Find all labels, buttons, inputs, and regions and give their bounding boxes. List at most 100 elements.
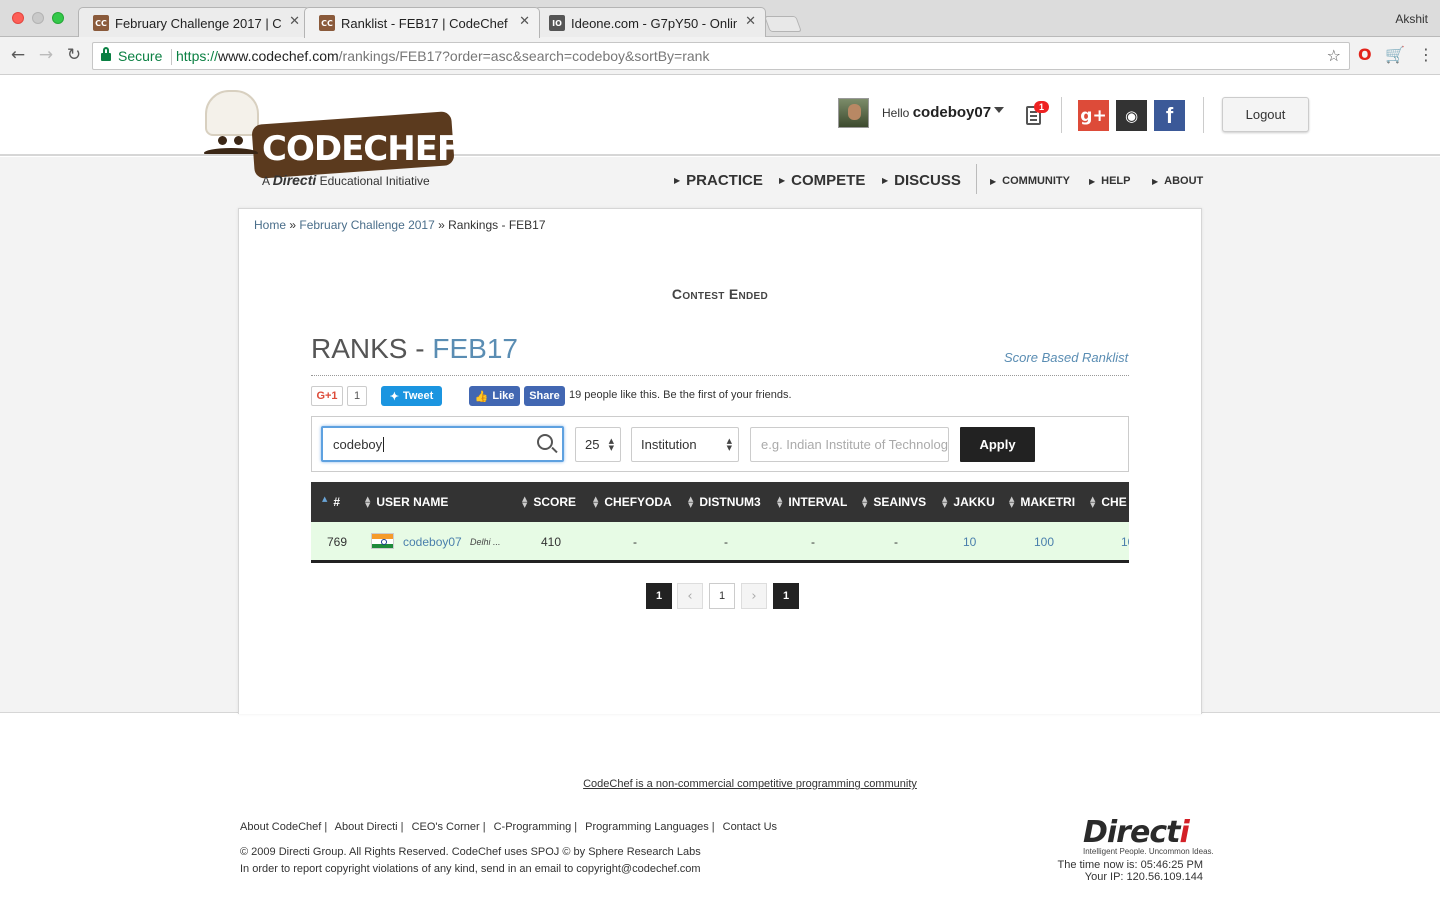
tab-title: Ranklist - FEB17 | CodeChef xyxy=(341,15,508,31)
window-zoom-button[interactable] xyxy=(52,12,64,24)
footer-links: About CodeChef | About Directi | CEO's Cor… xyxy=(240,821,778,833)
cell-che[interactable]: 10 xyxy=(1121,535,1129,549)
cell-chefyoda: - xyxy=(633,535,637,549)
sort-icon: ▲ ▼ xyxy=(365,495,371,509)
tab-close-icon[interactable]: ✕ xyxy=(745,14,756,29)
cell-interval: - xyxy=(811,535,815,549)
column-header-rank[interactable]: ▲ # xyxy=(322,495,340,509)
breadcrumb-current: Rankings - FEB17 xyxy=(448,218,546,232)
notification-badge: 1 xyxy=(1034,101,1049,113)
cell-city: Delhi ... xyxy=(470,537,501,547)
ranklist-table: ▲ # ▲ ▼ USER NAME ▲ ▼ SCORE ▲ ▼ CHEFYODA ▲ ▼ DIS… xyxy=(311,482,1129,563)
browser-tab-february-challenge[interactable]: CC February Challenge 2017 | Co ✕ xyxy=(78,7,310,37)
column-header-maketri[interactable]: ▲ ▼ MAKETRI xyxy=(1009,495,1075,509)
breadcrumb-home[interactable]: Home xyxy=(254,218,286,232)
footer-link-contact-us[interactable]: Contact Us xyxy=(723,821,777,833)
tab-close-icon[interactable]: ✕ xyxy=(519,14,530,29)
pagination-next-icon[interactable]: › xyxy=(741,583,767,609)
browser-profile-name[interactable]: Akshit xyxy=(1395,12,1428,26)
forward-arrow-icon[interactable]: → xyxy=(36,45,56,65)
nav-compete[interactable]: ▶ COMPETE xyxy=(779,172,865,189)
pagination-total: 1 xyxy=(646,583,672,609)
page-size-select[interactable]: 25 ▲ ▼ xyxy=(575,427,621,462)
user-avatar[interactable] xyxy=(838,98,869,128)
bookmark-star-icon[interactable]: ☆ xyxy=(1327,46,1341,65)
reload-icon[interactable]: ↻ xyxy=(64,45,84,65)
india-flag-icon xyxy=(371,533,394,549)
footer-link-about-codechef[interactable]: About CodeChef xyxy=(240,821,321,833)
page-title: RANKS - FEB17 xyxy=(311,333,518,364)
search-icon[interactable] xyxy=(537,434,553,450)
google-plus-one-button[interactable]: G+1 xyxy=(311,386,343,406)
tab-title: Ideone.com - G7pY50 - Online xyxy=(571,15,737,31)
cart-extension-icon[interactable]: 🛒 xyxy=(1385,45,1405,64)
cell-distnum3: - xyxy=(724,535,728,549)
cell-rank: 769 xyxy=(327,535,348,549)
logout-button[interactable]: Logout xyxy=(1222,97,1309,132)
footer-link-c-programming[interactable]: C-Programming xyxy=(494,821,572,833)
column-header-chefyoda[interactable]: ▲ ▼ CHEFYODA xyxy=(593,495,672,509)
column-header-score[interactable]: ▲ ▼ SCORE xyxy=(522,495,576,509)
user-greeting[interactable]: Hello codeboy07 xyxy=(882,104,991,121)
new-tab-button[interactable] xyxy=(764,16,802,32)
chevron-down-icon[interactable] xyxy=(994,107,1004,113)
updown-arrows-icon: ▲ ▼ xyxy=(726,437,732,452)
column-header-distnum3[interactable]: ▲ ▼ DISTNUM3 xyxy=(688,495,761,509)
github-icon[interactable]: ◉ xyxy=(1116,100,1147,131)
breadcrumb-contest[interactable]: February Challenge 2017 xyxy=(299,218,434,232)
column-header-che[interactable]: ▲ ▼ CHE xyxy=(1090,495,1127,509)
nav-about[interactable]: ▶ ABOUT xyxy=(1152,175,1203,187)
column-header-interval[interactable]: ▲ ▼ INTERVAL xyxy=(777,495,847,509)
footer-link-programming-languages[interactable]: Programming Languages xyxy=(585,821,709,833)
score-based-ranklist-link[interactable]: Score Based Ranklist xyxy=(1004,350,1128,365)
footer-tagline[interactable]: CodeChef is a non-commercial competitive… xyxy=(0,778,1440,790)
nav-practice[interactable]: ▶ PRACTICE xyxy=(674,172,763,189)
filter-type-select[interactable]: Institution ▲ ▼ xyxy=(631,427,739,462)
browser-tab-ranklist[interactable]: CC Ranklist - FEB17 | CodeChef ✕ xyxy=(304,7,540,38)
institution-input[interactable]: e.g. Indian Institute of Technology xyxy=(750,427,949,462)
opera-extension-icon[interactable]: O xyxy=(1358,45,1372,64)
table-header: ▲ # ▲ ▼ USER NAME ▲ ▼ SCORE ▲ ▼ CHEFYODA ▲ ▼ DIS… xyxy=(311,482,1129,522)
breadcrumb: Home » February Challenge 2017 » Ranking… xyxy=(254,218,546,232)
window-minimize-button[interactable] xyxy=(32,12,44,24)
chef-face-icon xyxy=(200,130,262,170)
codechef-logo[interactable]: CODECHEF A Directi Educational Initiativ… xyxy=(198,88,460,192)
tab-close-icon[interactable]: ✕ xyxy=(289,14,300,29)
url-text[interactable]: https://www.codechef.com/rankings/FEB17?… xyxy=(176,48,709,64)
tweet-button[interactable]: ✦ Tweet xyxy=(381,386,442,406)
browser-tab-bar: CC February Challenge 2017 | Co ✕ CC Ran… xyxy=(0,0,1440,38)
codechef-favicon-icon: CC xyxy=(93,15,109,31)
nav-help[interactable]: ▶ HELP xyxy=(1089,175,1131,187)
lock-icon xyxy=(101,47,111,62)
google-plus-count: 1 xyxy=(347,386,367,406)
column-header-username[interactable]: ▲ ▼ USER NAME xyxy=(365,495,448,509)
pagination-prev-icon[interactable]: ‹ xyxy=(677,583,703,609)
directi-logo[interactable]: Directi xyxy=(1083,815,1190,850)
pagination-last[interactable]: 1 xyxy=(773,583,799,609)
back-arrow-icon[interactable]: ← xyxy=(8,45,28,65)
sort-asc-icon: ▲ xyxy=(322,495,328,503)
window-close-button[interactable] xyxy=(12,12,24,24)
address-bar[interactable]: Secure https://www.codechef.com/rankings… xyxy=(92,42,1350,70)
sort-icon: ▲ ▼ xyxy=(593,495,599,509)
google-plus-icon[interactable]: g+ xyxy=(1078,100,1109,131)
cell-username[interactable]: codeboy07 xyxy=(403,535,462,549)
apply-button[interactable]: Apply xyxy=(960,427,1035,462)
cell-jakku[interactable]: 10 xyxy=(963,535,976,549)
facebook-like-button[interactable]: 👍 Like xyxy=(469,386,520,406)
footer-link-ceo-corner[interactable]: CEO's Corner xyxy=(412,821,480,833)
cell-maketri[interactable]: 100 xyxy=(1034,535,1054,549)
facebook-icon[interactable]: f xyxy=(1154,100,1185,131)
column-header-jakku[interactable]: ▲ ▼ JAKKU xyxy=(942,495,995,509)
browser-tab-ideone[interactable]: IO Ideone.com - G7pY50 - Online ✕ xyxy=(534,7,766,37)
column-header-seainvs[interactable]: ▲ ▼ SEAINVS xyxy=(862,495,926,509)
search-input[interactable]: codeboy xyxy=(321,426,564,462)
username: codeboy07 xyxy=(912,104,992,121)
nav-discuss[interactable]: ▶ DISCUSS xyxy=(882,172,961,189)
facebook-share-button[interactable]: Share xyxy=(524,386,565,406)
pagination-page[interactable]: 1 xyxy=(709,583,735,609)
nav-community[interactable]: ▶ COMMUNITY xyxy=(990,175,1070,187)
footer-link-about-directi[interactable]: About Directi xyxy=(335,821,398,833)
browser-menu-icon[interactable]: ⋮ xyxy=(1418,45,1434,64)
sort-icon: ▲ ▼ xyxy=(688,495,694,509)
